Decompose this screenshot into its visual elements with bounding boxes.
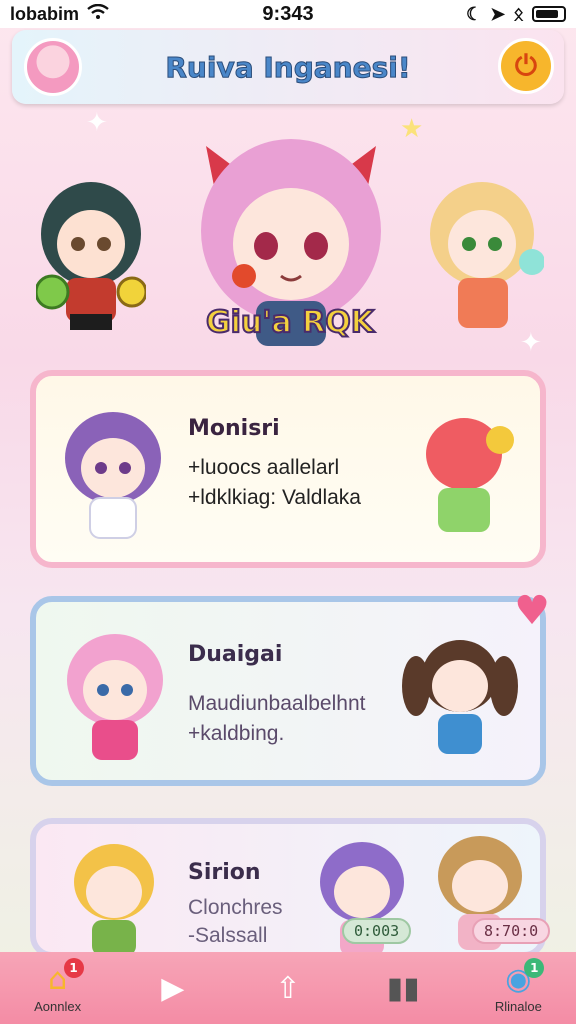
bottom-navigation: ⌂ Aonnlex 1 ▶ ⇧ ▮▮ ◉ Rlinaloe 1 <box>0 952 576 1024</box>
hero-label: Giu'a RQK <box>205 304 375 341</box>
nav-label: Aonnlex <box>34 999 82 1014</box>
character-dark-hair <box>34 174 148 344</box>
timer-pill: 8:70:0 <box>472 918 551 944</box>
power-icon: ⏻ <box>514 49 538 82</box>
app-title: Ruiva Inganesi! <box>165 50 411 84</box>
power-button[interactable]: ⏻ <box>498 38 554 94</box>
card-title: Monisri <box>188 416 280 441</box>
card-character-pink <box>60 628 170 768</box>
game-card-monisri[interactable]: Monisri +luoocs aallelarl +ldklkiag: Val… <box>30 370 546 568</box>
carrier-label: lobabim <box>10 3 80 24</box>
nav-home[interactable]: ⌂ Aonnlex 1 <box>18 952 98 1024</box>
card-mascot-red <box>416 410 516 540</box>
card-line: +kaldbing. <box>188 722 285 745</box>
location-icon: ➤ <box>490 3 506 24</box>
heart-icon: ♥ <box>514 588 550 634</box>
card-character-yellow <box>66 838 162 958</box>
card-line: Clonchres <box>188 896 283 919</box>
alarm-icon: ☾ <box>465 3 483 24</box>
bluetooth-icon: ᛟ <box>513 3 524 24</box>
card-line: -Salssall <box>188 924 268 947</box>
card-line: Maudiunbaalbelhnt <box>188 692 366 715</box>
card-character-brown <box>400 632 520 762</box>
wifi-icon <box>87 3 109 25</box>
nav-book[interactable]: ▮▮ <box>363 952 443 1024</box>
card-line: +luoocs aallelarl <box>188 456 340 479</box>
character-blonde-hair <box>424 174 545 344</box>
notification-badge: 1 <box>524 958 545 978</box>
game-card-sirion[interactable]: Sirion Clonchres -Salssall 0:003 8:70:0 <box>30 818 551 958</box>
card-title: Duaigai <box>188 642 283 667</box>
game-card-duaigai[interactable]: Duaigai Maudiunbaalbelhnt +kaldbing. ♥ <box>30 588 550 786</box>
book-icon: ▮▮ <box>386 970 420 1006</box>
profile-avatar[interactable] <box>24 38 82 96</box>
timer-pill: 0:003 <box>342 918 412 944</box>
nav-chat[interactable]: ◉ Rlinaloe 1 <box>478 952 558 1024</box>
card-line: +ldklkiag: Valdlaka <box>188 486 361 509</box>
status-bar: lobabim 9:343 ☾ ➤ ᛟ <box>0 0 576 28</box>
nav-share[interactable]: ⇧ <box>248 952 328 1024</box>
card-character-purple <box>58 406 168 546</box>
star-icon: ★ <box>400 114 424 144</box>
notification-badge: 1 <box>63 958 84 978</box>
nav-play[interactable]: ▶ <box>133 952 213 1024</box>
play-icon: ▶ <box>161 970 185 1006</box>
sparkle-icon: ✦ <box>86 108 108 138</box>
card-title: Sirion <box>188 860 261 885</box>
nav-label: Rlinaloe <box>494 999 542 1014</box>
battery-icon <box>532 6 566 22</box>
share-icon: ⇧ <box>275 970 301 1006</box>
app-header: Ruiva Inganesi! ⏻ <box>12 30 564 104</box>
